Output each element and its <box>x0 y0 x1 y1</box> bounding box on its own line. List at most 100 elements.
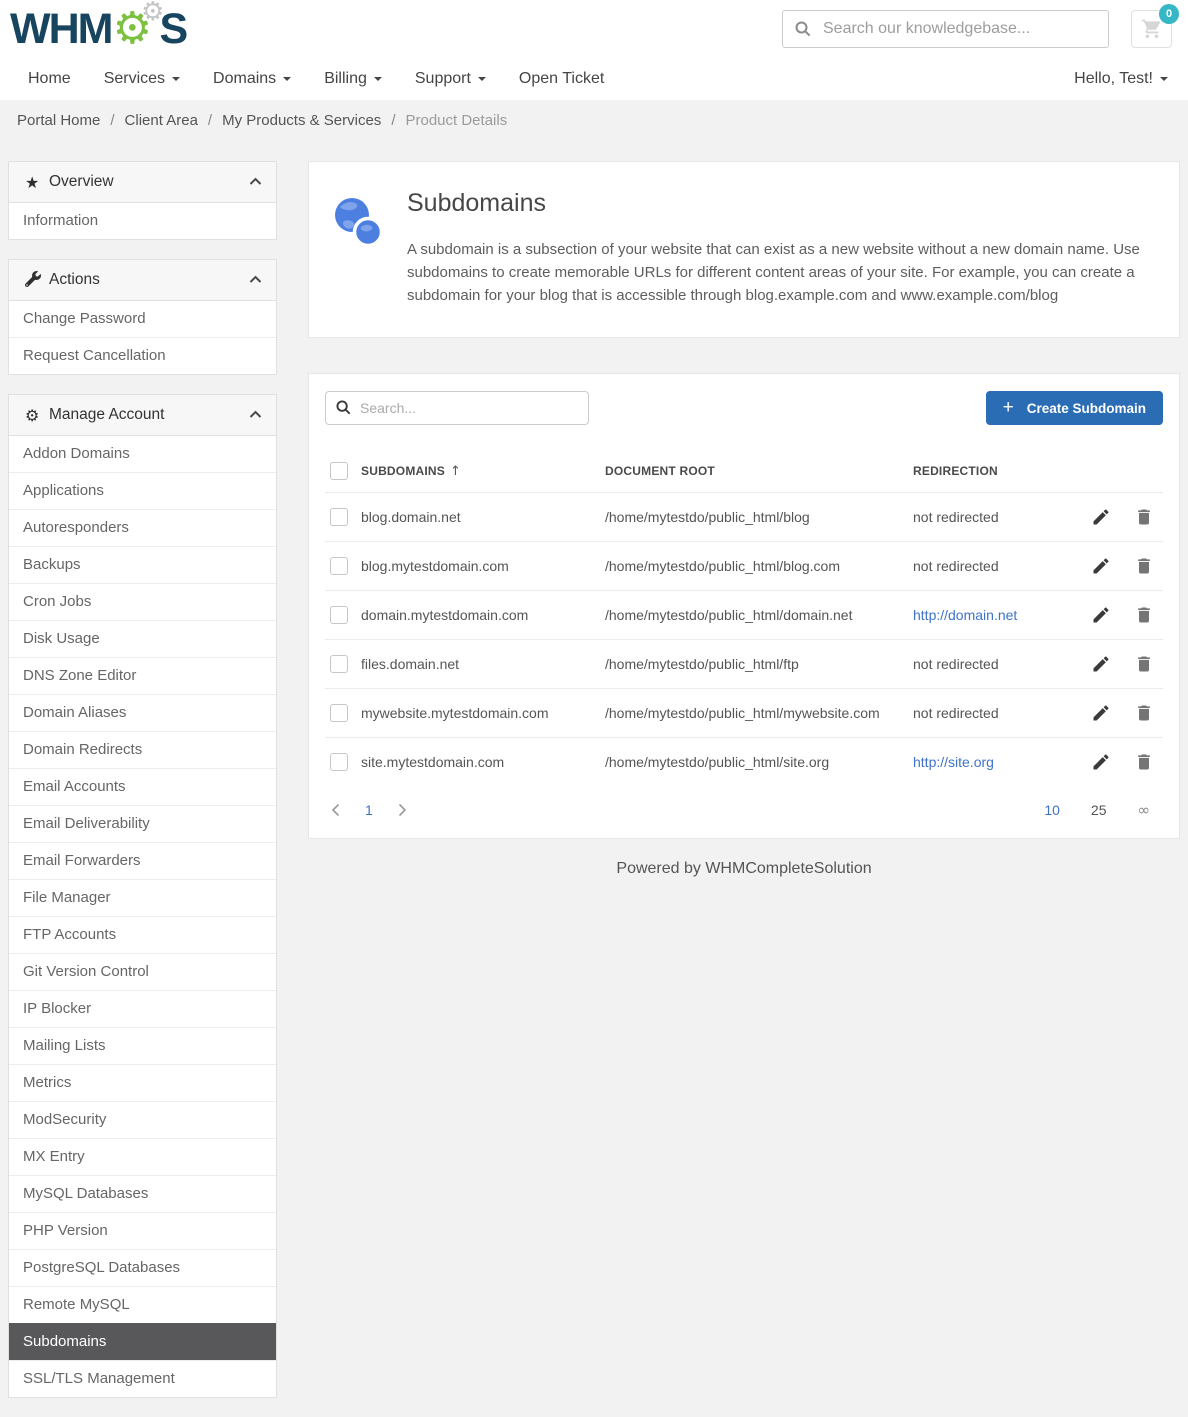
caret-down-icon <box>283 77 291 81</box>
trash-icon <box>1134 752 1154 772</box>
sidebar-item-backups[interactable]: Backups <box>9 546 276 583</box>
top-bar: WHM ⚙ ⚙ S 0 Home Services Domains Billin… <box>0 0 1188 100</box>
delete-button[interactable] <box>1134 703 1154 723</box>
account-menu-label: Hello, Test! <box>1074 70 1153 88</box>
sidebar-item-metrics[interactable]: Metrics <box>9 1064 276 1101</box>
redirection-link[interactable]: http://domain.net <box>913 607 1079 623</box>
sidebar-item-php-version[interactable]: PHP Version <box>9 1212 276 1249</box>
nav-services[interactable]: Services <box>104 70 180 88</box>
row-checkbox[interactable] <box>330 753 348 771</box>
sidebar-item-file-manager[interactable]: File Manager <box>9 879 276 916</box>
sidebar-item-cron-jobs[interactable]: Cron Jobs <box>9 583 276 620</box>
sidebar-item-mailing-lists[interactable]: Mailing Lists <box>9 1027 276 1064</box>
breadcrumb-client-area[interactable]: Client Area <box>125 112 198 129</box>
sidebar-item-domain-redirects[interactable]: Domain Redirects <box>9 731 276 768</box>
actions-panel-header[interactable]: Actions <box>9 260 276 301</box>
sidebar-item-request-cancellation[interactable]: Request Cancellation <box>9 337 276 374</box>
subdomain-cell: blog.mytestdomain.com <box>361 558 605 574</box>
knowledgebase-search-input[interactable] <box>782 10 1109 48</box>
chevron-up-icon[interactable] <box>249 173 262 191</box>
subdomain-cell: domain.mytestdomain.com <box>361 607 605 623</box>
delete-button[interactable] <box>1134 752 1154 772</box>
sidebar-item-ftp-accounts[interactable]: FTP Accounts <box>9 916 276 953</box>
row-checkbox[interactable] <box>330 557 348 575</box>
sidebar-item-change-password[interactable]: Change Password <box>9 301 276 337</box>
delete-button[interactable] <box>1134 556 1154 576</box>
sidebar-item-email-deliverability[interactable]: Email Deliverability <box>9 805 276 842</box>
sidebar-item-email-forwarders[interactable]: Email Forwarders <box>9 842 276 879</box>
table-search-input[interactable] <box>325 391 589 425</box>
sidebar-item-postgresql-databases[interactable]: PostgreSQL Databases <box>9 1249 276 1286</box>
sidebar-item-remote-mysql[interactable]: Remote MySQL <box>9 1286 276 1323</box>
sidebar-item-information[interactable]: Information <box>9 203 276 239</box>
edit-button[interactable] <box>1091 654 1111 674</box>
account-menu[interactable]: Hello, Test! <box>1074 70 1168 88</box>
star-icon: ★ <box>25 173 49 192</box>
row-checkbox[interactable] <box>330 508 348 526</box>
chevron-up-icon[interactable] <box>249 271 262 289</box>
column-header-redirection[interactable]: REDIRECTION <box>913 464 1079 478</box>
edit-button[interactable] <box>1091 752 1111 772</box>
delete-button[interactable] <box>1134 605 1154 625</box>
current-page[interactable]: 1 <box>365 802 373 818</box>
sidebar-item-dns-zone-editor[interactable]: DNS Zone Editor <box>9 657 276 694</box>
sidebar-item-domain-aliases[interactable]: Domain Aliases <box>9 694 276 731</box>
logo-text-whm: WHM <box>10 8 111 51</box>
document-root-cell: /home/mytestdo/public_html/site.org <box>605 754 913 770</box>
sidebar-item-addon-domains[interactable]: Addon Domains <box>9 436 276 472</box>
nav-domains[interactable]: Domains <box>213 70 291 88</box>
chevron-left-icon <box>331 803 340 817</box>
edit-button[interactable] <box>1091 605 1111 625</box>
select-all-checkbox[interactable] <box>330 462 348 480</box>
column-header-document-root[interactable]: DOCUMENT ROOT <box>605 464 913 478</box>
page-size-25[interactable]: 25 <box>1091 802 1107 818</box>
row-checkbox[interactable] <box>330 606 348 624</box>
sidebar-item-ip-blocker[interactable]: IP Blocker <box>9 990 276 1027</box>
table-row: domain.mytestdomain.com /home/mytestdo/p… <box>325 590 1163 639</box>
breadcrumb-product-details: Product Details <box>405 112 507 129</box>
page-size-all[interactable]: ∞ <box>1138 801 1151 819</box>
nav-home[interactable]: Home <box>28 70 71 88</box>
overview-panel-header[interactable]: ★ Overview <box>9 162 276 203</box>
sidebar-item-subdomains[interactable]: Subdomains <box>9 1323 276 1360</box>
edit-button[interactable] <box>1091 556 1111 576</box>
redirection-link[interactable]: http://site.org <box>913 754 1079 770</box>
sidebar-item-applications[interactable]: Applications <box>9 472 276 509</box>
edit-button[interactable] <box>1091 703 1111 723</box>
sidebar-item-modsecurity[interactable]: ModSecurity <box>9 1101 276 1138</box>
knowledgebase-search <box>782 10 1109 48</box>
row-checkbox[interactable] <box>330 704 348 722</box>
next-page-button[interactable] <box>398 803 407 817</box>
sidebar-item-disk-usage[interactable]: Disk Usage <box>9 620 276 657</box>
page-header-body: Subdomains A subdomain is a subsection o… <box>407 187 1151 307</box>
column-header-subdomains[interactable]: SUBDOMAINS↑ <box>361 464 605 479</box>
breadcrumb-my-products-services[interactable]: My Products & Services <box>222 112 381 129</box>
sidebar-item-mx-entry[interactable]: MX Entry <box>9 1138 276 1175</box>
edit-button[interactable] <box>1091 507 1111 527</box>
breadcrumb-portal-home[interactable]: Portal Home <box>17 112 100 129</box>
whmcs-logo[interactable]: WHM ⚙ ⚙ S <box>10 4 186 54</box>
manage-account-panel: ⚙ Manage Account Addon Domains Applicati… <box>8 394 277 1398</box>
delete-button[interactable] <box>1134 654 1154 674</box>
sidebar-item-autoresponders[interactable]: Autoresponders <box>9 509 276 546</box>
nav-support[interactable]: Support <box>415 70 486 88</box>
pagination-pages: 1 <box>331 802 407 818</box>
sidebar-item-git-version-control[interactable]: Git Version Control <box>9 953 276 990</box>
chevron-up-icon[interactable] <box>249 406 262 424</box>
sidebar-item-ssl-tls-management[interactable]: SSL/TLS Management <box>9 1360 276 1397</box>
sort-ascending-icon: ↑ <box>450 464 461 479</box>
page-size-10[interactable]: 10 <box>1044 802 1060 818</box>
redirection-cell: not redirected <box>913 705 1079 721</box>
delete-button[interactable] <box>1134 507 1154 527</box>
table-search <box>325 391 589 425</box>
sidebar-item-mysql-databases[interactable]: MySQL Databases <box>9 1175 276 1212</box>
sidebar-item-email-accounts[interactable]: Email Accounts <box>9 768 276 805</box>
nav-open-ticket[interactable]: Open Ticket <box>519 70 604 88</box>
manage-account-panel-header[interactable]: ⚙ Manage Account <box>9 395 276 436</box>
row-checkbox[interactable] <box>330 655 348 673</box>
previous-page-button[interactable] <box>331 803 340 817</box>
cart-button[interactable]: 0 <box>1131 10 1172 48</box>
nav-billing[interactable]: Billing <box>324 70 382 88</box>
nav-services-label: Services <box>104 70 165 88</box>
create-subdomain-button[interactable]: + Create Subdomain <box>986 391 1163 425</box>
